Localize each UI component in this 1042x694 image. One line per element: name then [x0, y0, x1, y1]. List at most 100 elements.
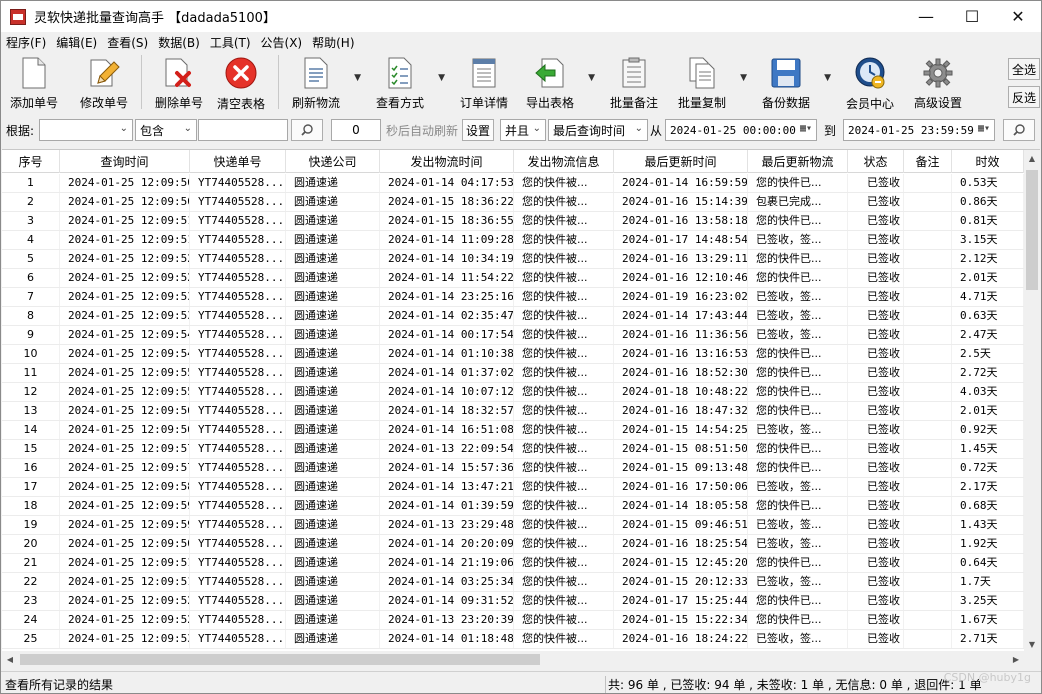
advanced-settings-button[interactable]: 高级设置: [907, 53, 969, 111]
scroll-thumb[interactable]: [20, 654, 540, 665]
menu-program[interactable]: 程序(F): [1, 34, 51, 51]
table-row[interactable]: 16 2024-01-25 12:09:57 YT74405528... 圆通速递 20…: [2, 459, 1024, 478]
scroll-up-icon[interactable]: ▲: [1024, 150, 1040, 166]
table-row[interactable]: 12 2024-01-25 12:09:55 YT74405528... 圆通速递 20…: [2, 383, 1024, 402]
maximize-icon[interactable]: ☐: [949, 1, 995, 32]
batch-copy-button[interactable]: 批量复制 ▼: [671, 53, 747, 111]
cell-col-query-time: 2024-01-25 12:09:55: [60, 364, 190, 382]
menu-edit[interactable]: 编辑(E): [51, 34, 102, 51]
table-row[interactable]: 11 2024-01-25 12:09:55 YT74405528... 圆通速递 20…: [2, 364, 1024, 383]
header-col-ship-info[interactable]: 发出物流信息: [514, 150, 614, 173]
from-datetime-picker[interactable]: 2024-01-25 00:00:00 ▦▾: [665, 119, 817, 141]
keyword-input[interactable]: [198, 119, 288, 141]
cell-col-courier: 圆通速递: [286, 345, 380, 363]
table-row[interactable]: 2 2024-01-25 12:09:50 YT74405528... 圆通速递 202…: [2, 193, 1024, 212]
scroll-down-icon[interactable]: ▼: [1024, 636, 1040, 651]
search-button[interactable]: [291, 119, 323, 141]
table-row[interactable]: 25 2024-01-25 12:09:53 YT74405528... 圆通速递 20…: [2, 630, 1024, 649]
header-col-duration[interactable]: 时效: [952, 150, 1024, 173]
refresh-interval-input[interactable]: 0: [331, 119, 381, 141]
header-col-update-time[interactable]: 最后更新时间: [614, 150, 748, 173]
clear-table-button[interactable]: 清空表格: [210, 53, 272, 111]
table-row[interactable]: 5 2024-01-25 12:09:52 YT74405528... 圆通速递 202…: [2, 250, 1024, 269]
backup-data-button[interactable]: 备份数据 ▼: [755, 53, 831, 111]
chevron-down-icon[interactable]: ▼: [588, 73, 595, 83]
cell-col-update-info: 已签收，签...: [748, 478, 848, 496]
chevron-down-icon[interactable]: ▼: [824, 73, 831, 83]
menu-notice[interactable]: 公告(X): [256, 34, 308, 51]
cell-col-update-info: 已签收，签...: [748, 421, 848, 439]
invert-selection-button[interactable]: 反选: [1008, 86, 1040, 108]
table-row[interactable]: 24 2024-01-25 12:09:52 YT74405528... 圆通速递 20…: [2, 611, 1024, 630]
vertical-scrollbar[interactable]: ▲ ▼: [1024, 150, 1040, 651]
header-col-query-time[interactable]: 查询时间: [60, 150, 190, 173]
menu-help[interactable]: 帮助(H): [307, 34, 359, 51]
time-field-select[interactable]: 最后查询时间 ⌄: [548, 119, 648, 141]
cell-col-index: 18: [2, 497, 60, 515]
table-row[interactable]: 23 2024-01-25 12:09:52 YT74405528... 圆通速递 20…: [2, 592, 1024, 611]
cell-col-index: 9: [2, 326, 60, 344]
horizontal-scrollbar[interactable]: ◀ ▶: [2, 651, 1024, 668]
table-row[interactable]: 14 2024-01-25 12:09:56 YT74405528... 圆通速递 20…: [2, 421, 1024, 440]
date-search-button[interactable]: [1003, 119, 1035, 141]
add-order-button[interactable]: 添加单号: [3, 53, 65, 111]
match-mode-select[interactable]: 包含 ⌄: [135, 119, 197, 141]
basis-field-select[interactable]: ⌄: [39, 119, 133, 141]
order-detail-button[interactable]: 订单详情: [453, 53, 515, 111]
minimize-icon[interactable]: —: [903, 1, 949, 32]
select-all-button[interactable]: 全选: [1008, 58, 1040, 80]
table-row[interactable]: 4 2024-01-25 12:09:51 YT74405528... 圆通速递 202…: [2, 231, 1024, 250]
header-col-index[interactable]: 序号: [2, 150, 60, 173]
scrollbar-corner: [1024, 651, 1040, 668]
table-row[interactable]: 19 2024-01-25 12:09:59 YT74405528... 圆通速递 20…: [2, 516, 1024, 535]
header-col-status[interactable]: 状态: [848, 150, 904, 173]
member-center-button[interactable]: 会员中心: [839, 53, 901, 111]
table-row[interactable]: 6 2024-01-25 12:09:52 YT74405528... 圆通速递 202…: [2, 269, 1024, 288]
table-row[interactable]: 10 2024-01-25 12:09:54 YT74405528... 圆通速递 20…: [2, 345, 1024, 364]
header-col-tracking-no[interactable]: 快递单号: [190, 150, 286, 173]
view-mode-button[interactable]: 查看方式 ▼: [369, 53, 445, 111]
set-refresh-button[interactable]: 设置: [462, 119, 494, 141]
edit-order-button[interactable]: 修改单号: [73, 53, 135, 111]
table-row[interactable]: 18 2024-01-25 12:09:59 YT74405528... 圆通速递 20…: [2, 497, 1024, 516]
cell-col-index: 15: [2, 440, 60, 458]
scroll-right-icon[interactable]: ▶: [1008, 651, 1024, 668]
table-row[interactable]: 21 2024-01-25 12:09:51 YT74405528... 圆通速递 20…: [2, 554, 1024, 573]
logic-select[interactable]: 并且 ⌄: [500, 119, 546, 141]
header-col-courier[interactable]: 快递公司: [286, 150, 380, 173]
table-row[interactable]: 7 2024-01-25 12:09:53 YT74405528... 圆通速递 202…: [2, 288, 1024, 307]
cell-col-tracking-no: YT74405528...: [190, 421, 286, 439]
to-datetime-picker[interactable]: 2024-01-25 23:59:59 ▦▾: [843, 119, 995, 141]
chevron-down-icon[interactable]: ▼: [354, 73, 361, 83]
delete-order-button[interactable]: 删除单号: [148, 53, 210, 111]
refresh-logistics-button[interactable]: 刷新物流 ▼: [285, 53, 361, 111]
table-row[interactable]: 20 2024-01-25 12:09:50 YT74405528... 圆通速递 20…: [2, 535, 1024, 554]
table-row[interactable]: 9 2024-01-25 12:09:54 YT74405528... 圆通速递 202…: [2, 326, 1024, 345]
table-row[interactable]: 17 2024-01-25 12:09:58 YT74405528... 圆通速递 20…: [2, 478, 1024, 497]
scroll-thumb[interactable]: [1026, 170, 1038, 290]
header-col-update-info[interactable]: 最后更新物流: [748, 150, 848, 173]
header-col-note[interactable]: 备注: [904, 150, 952, 173]
chevron-down-icon[interactable]: ▼: [740, 73, 747, 83]
gear-icon: [921, 56, 955, 89]
table-row[interactable]: 1 2024-01-25 12:09:50 YT74405528... 圆通速递 202…: [2, 174, 1024, 193]
cell-col-ship-info: 您的快件被...: [514, 383, 614, 401]
export-table-button[interactable]: 导出表格 ▼: [519, 53, 595, 111]
table-row[interactable]: 15 2024-01-25 12:09:57 YT74405528... 圆通速递 20…: [2, 440, 1024, 459]
table-row[interactable]: 3 2024-01-25 12:09:51 YT74405528... 圆通速递 202…: [2, 212, 1024, 231]
table-row[interactable]: 22 2024-01-25 12:09:51 YT74405528... 圆通速递 20…: [2, 573, 1024, 592]
table-row[interactable]: 13 2024-01-25 12:09:56 YT74405528... 圆通速递 20…: [2, 402, 1024, 421]
search-icon: [1013, 124, 1025, 136]
batch-note-button[interactable]: 批量备注: [603, 53, 665, 111]
header-col-ship-time[interactable]: 发出物流时间: [380, 150, 514, 173]
results-table[interactable]: 序号 查询时间 快递单号 快递公司 发出物流时间 发出物流信息 最后更新时间 最后更新物流 状态…: [2, 149, 1040, 651]
menu-view[interactable]: 查看(S): [102, 34, 153, 51]
close-icon[interactable]: ✕: [995, 1, 1041, 32]
menu-tools[interactable]: 工具(T): [205, 34, 256, 51]
table-row[interactable]: 8 2024-01-25 12:09:53 YT74405528... 圆通速递 202…: [2, 307, 1024, 326]
cell-col-courier: 圆通速递: [286, 307, 380, 325]
cell-col-note: [904, 611, 952, 629]
scroll-left-icon[interactable]: ◀: [2, 651, 18, 668]
menu-data[interactable]: 数据(B): [153, 34, 205, 51]
chevron-down-icon[interactable]: ▼: [438, 73, 445, 83]
